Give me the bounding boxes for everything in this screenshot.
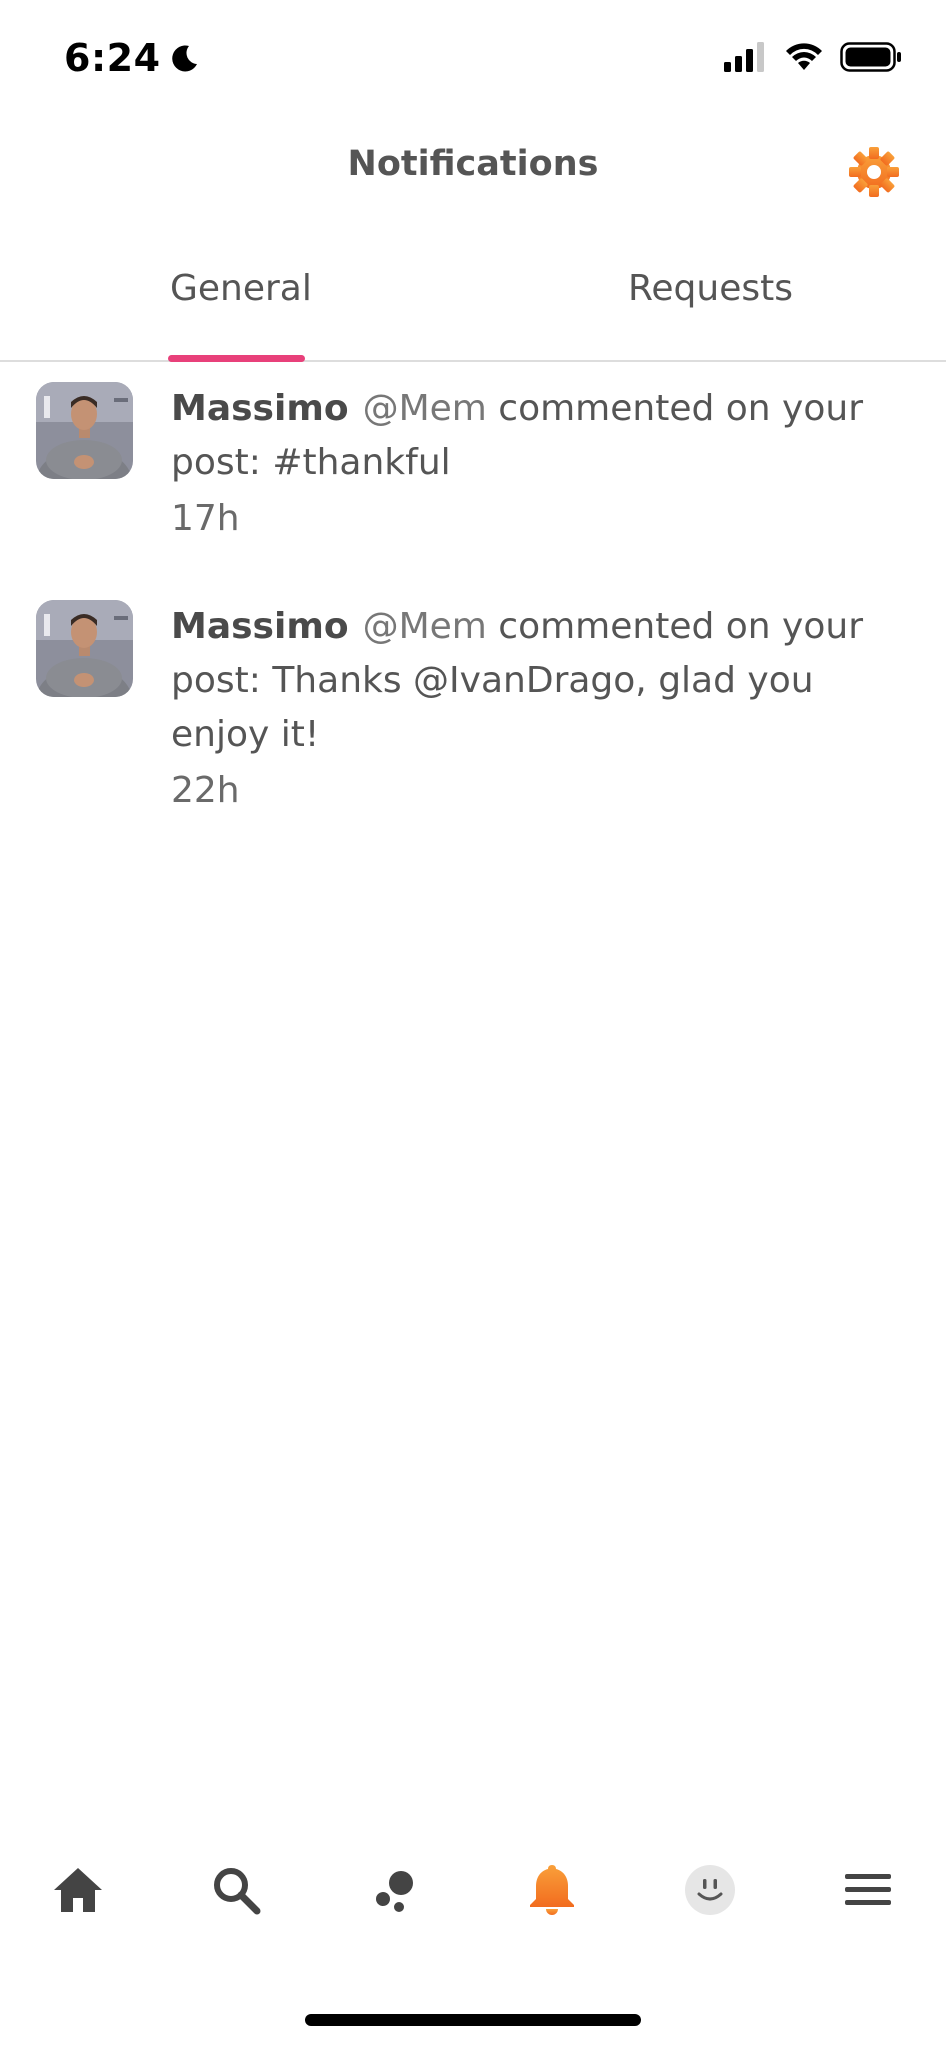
bubbles-icon bbox=[376, 1871, 413, 1912]
nav-search[interactable] bbox=[206, 1860, 266, 1920]
page-title: Notifications bbox=[347, 144, 599, 184]
avatar-photo bbox=[36, 600, 133, 697]
smiley-profile-icon bbox=[685, 1865, 735, 1915]
header: Notifications bbox=[0, 120, 946, 220]
notification-item[interactable]: Massimo @Mem commented on your post: Than… bbox=[0, 600, 946, 820]
user-name[interactable]: Massimo bbox=[171, 606, 349, 647]
avatar[interactable] bbox=[36, 600, 133, 697]
wifi-icon bbox=[786, 43, 822, 70]
notification-item[interactable]: Massimo @Mem commented on your post: #tha… bbox=[0, 382, 946, 548]
avatar[interactable] bbox=[36, 382, 133, 479]
nav-profile[interactable] bbox=[680, 1860, 740, 1920]
nav-menu[interactable] bbox=[838, 1860, 898, 1920]
notification-text: Massimo @Mem commented on your post: #tha… bbox=[171, 382, 910, 548]
notification-list: Massimo @Mem commented on your post: #tha… bbox=[0, 382, 946, 872]
gear-icon bbox=[849, 147, 899, 197]
battery-icon bbox=[840, 42, 901, 72]
tab-requests[interactable]: Requests bbox=[628, 268, 793, 309]
tab-bar: General Requests bbox=[0, 240, 946, 362]
nav-explore[interactable] bbox=[364, 1860, 424, 1920]
moon-icon bbox=[171, 45, 197, 72]
status-time-text: 6:24 bbox=[64, 36, 161, 80]
status-bar: 6:24 bbox=[0, 0, 946, 120]
menu-icon bbox=[845, 1874, 891, 1905]
notification-time: 17h bbox=[171, 498, 240, 539]
user-handle[interactable]: @Mem bbox=[363, 388, 487, 429]
user-handle[interactable]: @Mem bbox=[363, 606, 487, 647]
home-indicator[interactable] bbox=[305, 2014, 641, 2026]
bell-icon bbox=[530, 1865, 574, 1915]
active-tab-indicator bbox=[168, 355, 305, 362]
avatar-photo bbox=[36, 382, 133, 479]
tab-general[interactable]: General bbox=[170, 268, 312, 309]
home-icon bbox=[54, 1868, 102, 1912]
cellular-signal-icon bbox=[724, 42, 764, 72]
status-time: 6:24 bbox=[64, 36, 201, 80]
notification-text: Massimo @Mem commented on your post: Than… bbox=[171, 600, 910, 820]
nav-home[interactable] bbox=[48, 1860, 108, 1920]
search-icon bbox=[214, 1868, 261, 1915]
bottom-nav bbox=[0, 1860, 946, 1940]
nav-notifications[interactable] bbox=[522, 1860, 582, 1920]
settings-button[interactable] bbox=[846, 144, 902, 200]
notification-time: 22h bbox=[171, 770, 240, 811]
user-name[interactable]: Massimo bbox=[171, 388, 349, 429]
status-icons bbox=[724, 42, 902, 72]
